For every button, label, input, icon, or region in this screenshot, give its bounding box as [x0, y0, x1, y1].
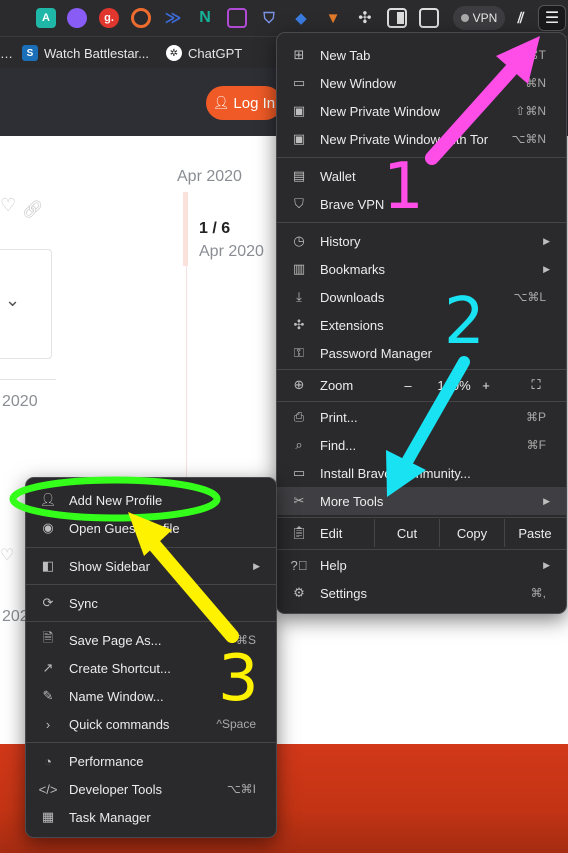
annotation-step-1: 1 — [383, 150, 424, 224]
arrow-2 — [402, 356, 470, 466]
annotation-step-2: 2 — [444, 285, 485, 359]
annotation-overlay — [9, 36, 540, 643]
highlight-ellipse — [9, 476, 221, 522]
arrow-1 — [425, 53, 527, 165]
arrow-3 — [143, 533, 239, 643]
annotation-step-3: 3 — [218, 642, 259, 716]
